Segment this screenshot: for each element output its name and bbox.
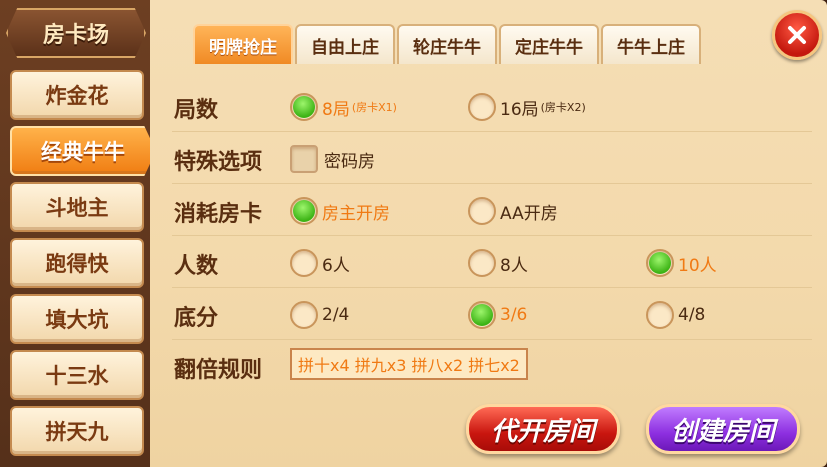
password-room-option[interactable]: 密码房 — [290, 145, 375, 173]
game-list: 炸金花 经典牛牛 斗地主 跑得快 填大坑 十三水 拼天九 — [10, 70, 156, 462]
radio-button[interactable] — [646, 301, 674, 329]
option-label: 16局 — [500, 99, 539, 120]
game-item-shisanshui[interactable]: 十三水 — [10, 350, 144, 400]
players-option-6[interactable]: 6人 — [290, 249, 350, 277]
option-label: 房主开房 — [322, 203, 390, 224]
multiplier-row: 翻倍规则 拼十x4 拼九x3 拼八x2 拼七x2 — [172, 342, 812, 392]
multiplier-rules-box[interactable]: 拼十x4 拼九x3 拼八x2 拼七x2 — [290, 348, 528, 380]
sidebar-title: 房卡场 — [6, 8, 146, 58]
option-label: 6人 — [322, 255, 350, 276]
game-item-paodekuai[interactable]: 跑得快 — [10, 238, 144, 288]
room-settings-panel: 明牌抢庄 自由上庄 轮庄牛牛 定庄牛牛 牛牛上庄 局数 8局 (房卡X1) 16… — [150, 0, 827, 467]
option-sub-label: (房卡X2) — [540, 101, 586, 114]
card-cost-option-aa[interactable]: AA开房 — [468, 197, 558, 225]
radio-button[interactable] — [646, 249, 674, 277]
proxy-room-button[interactable]: 代开房间 — [466, 404, 620, 454]
game-item-tiandakeng[interactable]: 填大坑 — [10, 294, 144, 344]
base-score-option-4-8[interactable]: 4/8 — [646, 301, 705, 329]
base-score-label: 底分 — [174, 306, 219, 331]
players-option-10[interactable]: 10人 — [646, 249, 717, 277]
tab-niuniu-shangzhuang[interactable]: 牛牛上庄 — [601, 24, 701, 64]
close-icon — [788, 26, 806, 44]
password-room-checkbox[interactable] — [290, 145, 318, 173]
players-row: 人数 6人 8人 10人 — [172, 238, 812, 288]
option-label: 2/4 — [322, 305, 350, 325]
special-label: 特殊选项 — [174, 150, 263, 175]
option-label: AA开房 — [500, 203, 558, 224]
players-option-8[interactable]: 8人 — [468, 249, 528, 277]
players-label: 人数 — [174, 254, 219, 279]
create-room-button[interactable]: 创建房间 — [646, 404, 800, 454]
option-label: 10人 — [678, 255, 717, 276]
radio-button[interactable] — [290, 197, 318, 225]
tab-dingzhuang-niuniu[interactable]: 定庄牛牛 — [499, 24, 599, 64]
game-item-zhajinhua[interactable]: 炸金花 — [10, 70, 144, 120]
base-score-row: 底分 2/4 3/6 4/8 — [172, 290, 812, 340]
option-label: 4/8 — [678, 305, 706, 325]
game-item-doudizhu[interactable]: 斗地主 — [10, 182, 144, 232]
radio-button[interactable] — [290, 249, 318, 277]
base-score-option-3-6[interactable]: 3/6 — [468, 301, 527, 329]
option-label: 3/6 — [500, 305, 528, 325]
card-cost-option-owner[interactable]: 房主开房 — [290, 197, 390, 225]
option-label: 8局 — [322, 99, 350, 120]
radio-button[interactable] — [468, 301, 496, 329]
rounds-option-8[interactable]: 8局 (房卡X1) — [290, 93, 397, 121]
radio-button[interactable] — [468, 197, 496, 225]
radio-button[interactable] — [468, 249, 496, 277]
radio-button[interactable] — [468, 93, 496, 121]
special-row: 特殊选项 密码房 — [172, 134, 812, 184]
tab-lunzhuang-niuniu[interactable]: 轮庄牛牛 — [397, 24, 497, 64]
card-cost-row: 消耗房卡 房主开房 AA开房 — [172, 186, 812, 236]
option-label: 密码房 — [324, 151, 375, 172]
card-cost-label: 消耗房卡 — [174, 202, 263, 227]
rounds-row: 局数 8局 (房卡X1) 16局 (房卡X2) — [172, 82, 812, 132]
game-item-pintianjiu[interactable]: 拼天九 — [10, 406, 144, 456]
multiplier-label: 翻倍规则 — [174, 358, 263, 383]
option-sub-label: (房卡X1) — [351, 101, 397, 114]
radio-button[interactable] — [290, 301, 318, 329]
tab-ziyou-shangzhuang[interactable]: 自由上庄 — [295, 24, 395, 64]
base-score-option-2-4[interactable]: 2/4 — [290, 301, 349, 329]
rounds-option-16[interactable]: 16局 (房卡X2) — [468, 93, 586, 121]
game-sidebar: 房卡场 炸金花 经典牛牛 斗地主 跑得快 填大坑 十三水 拼天九 — [0, 0, 156, 467]
radio-button[interactable] — [290, 93, 318, 121]
option-label: 8人 — [500, 255, 528, 276]
rounds-label: 局数 — [174, 98, 219, 123]
close-button[interactable] — [772, 10, 822, 60]
mode-tabs: 明牌抢庄 自由上庄 轮庄牛牛 定庄牛牛 牛牛上庄 — [193, 24, 703, 64]
game-item-niuniu[interactable]: 经典牛牛 — [10, 126, 156, 176]
tab-mingpai-qiangzhuang[interactable]: 明牌抢庄 — [193, 24, 293, 64]
